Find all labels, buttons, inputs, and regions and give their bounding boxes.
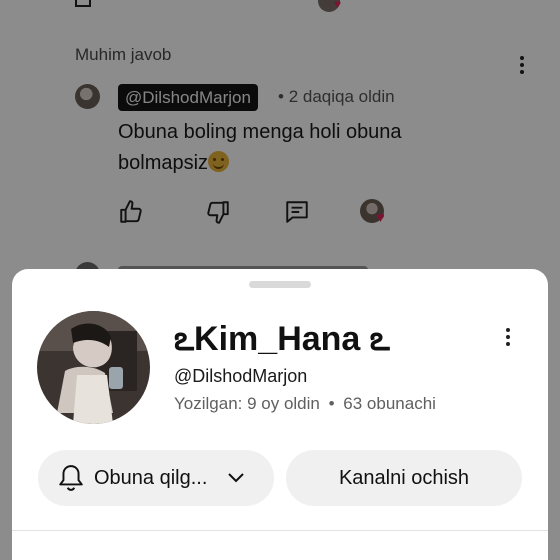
like-icon[interactable] bbox=[118, 199, 144, 225]
channel-avatar-image bbox=[37, 311, 150, 424]
channel-avatar[interactable] bbox=[37, 311, 150, 424]
time-text: 2 daqiqa oldin bbox=[288, 87, 395, 106]
open-channel-button[interactable]: Kanalni ochish bbox=[286, 450, 522, 506]
smiling-face-emoji bbox=[208, 151, 230, 172]
channel-more-button[interactable] bbox=[498, 323, 518, 351]
section-label: Muhim javob bbox=[75, 45, 172, 64]
sheet-divider bbox=[12, 530, 548, 531]
joined-text: Yozilgan: 9 oy oldin bbox=[174, 394, 320, 413]
comment-body: Obuna boling menga holi obuna bolmapsiz bbox=[118, 117, 448, 179]
channel-meta: Yozilgan: 9 oy oldin • 63 obunachi bbox=[174, 394, 436, 414]
meta-separator: • bbox=[328, 394, 335, 413]
subscribe-button-label: Obuna qilg... bbox=[94, 466, 208, 489]
comment-author-handle[interactable]: @DilshodMarjon bbox=[118, 84, 258, 111]
drag-handle[interactable] bbox=[249, 281, 311, 288]
channel-bottom-sheet: ఽKim_Hana ఽ @DilshodMarjon Yozilgan: 9 o… bbox=[12, 269, 548, 560]
heart-icon: ♥ bbox=[334, 0, 342, 11]
heart-icon: ♥ bbox=[376, 209, 385, 226]
comment-text: Obuna boling menga holi obuna bolmapsiz bbox=[118, 121, 402, 174]
time-separator: • bbox=[278, 87, 284, 106]
dislike-icon[interactable] bbox=[205, 199, 231, 225]
channel-handle: @DilshodMarjon bbox=[174, 366, 308, 386]
reply-icon[interactable] bbox=[284, 199, 310, 225]
comment-more-button[interactable] bbox=[512, 51, 532, 79]
previous-comment-actions: ♥ bbox=[0, 0, 560, 12]
chevron-down-icon bbox=[228, 473, 245, 483]
bell-icon bbox=[59, 465, 83, 491]
reply-icon[interactable] bbox=[75, 0, 91, 8]
subscribe-button[interactable]: Obuna qilg... bbox=[38, 450, 274, 506]
subscriber-count: 63 obunachi bbox=[343, 394, 436, 413]
channel-name: ఽKim_Hana ఽ bbox=[174, 320, 390, 358]
open-channel-button-label: Kanalni ochish bbox=[338, 466, 470, 489]
comment-time: • 2 daqiqa oldin bbox=[278, 87, 395, 107]
comment-author-avatar[interactable] bbox=[75, 84, 100, 109]
